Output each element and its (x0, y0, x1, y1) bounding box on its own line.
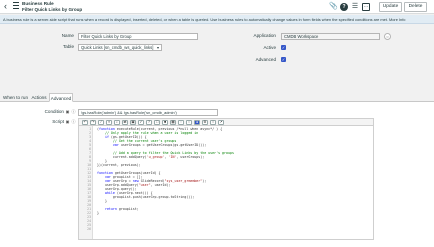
condition-label: Condition (44, 109, 64, 114)
table-select[interactable]: Quick Links [sn_cmdb_ws_quick_links] ▾ (78, 44, 162, 51)
fullscreen-icon[interactable]: □ (154, 120, 160, 125)
application-field: CMDB Workspace (281, 33, 380, 40)
code-line: groupList.push(userGrp.group.toString())… (97, 195, 195, 199)
tab-actions[interactable]: Actions (30, 93, 48, 102)
form-header: ‹ Business Rule Filter Quick Links by Gr… (0, 0, 434, 14)
help-icon[interactable]: ? (340, 3, 348, 11)
form-tabs: When to run Actions Advanced (0, 93, 434, 102)
advanced-checkbox[interactable]: ✓ (281, 57, 286, 62)
banner-text: A business rule is a server-side script … (3, 16, 406, 22)
script-include-icon[interactable]: ▣ (65, 119, 70, 124)
code-line: })(current, previous); (97, 163, 141, 167)
update-button[interactable]: Update (379, 2, 402, 12)
undo-icon[interactable]: ↶ (82, 120, 88, 125)
more-options-icon[interactable]: ··· (362, 3, 370, 11)
name-field[interactable]: Filter Quick Links by Group (78, 33, 198, 40)
advanced-label: Advanced (255, 57, 276, 62)
code-line: current.addQuery('u_group', 'IN', userGr… (97, 155, 205, 159)
table-label: Table (63, 44, 74, 49)
back-icon[interactable]: ‹ (4, 1, 11, 12)
record-type: Business Rule (22, 1, 54, 6)
tab-advanced[interactable]: Advanced (49, 93, 73, 102)
tab-when-to-run[interactable]: When to run (2, 93, 29, 102)
application-label: Application (253, 33, 276, 38)
save-icon[interactable]: ■ (162, 120, 168, 125)
activity-icon[interactable]: ☰ (351, 3, 359, 11)
record-name: Filter Quick Links by Group (22, 6, 83, 12)
search-icon[interactable]: ⌕ (114, 120, 120, 125)
line-number: 26 (87, 227, 91, 231)
line-number-gutter: 1 2 3 4 5 6 7 8 9 10 11 12 13 14 15 16 17 18 19 20 21 22 23 24 2… (79, 126, 93, 239)
code-line: return groupList; (104, 207, 139, 211)
code-line: } (97, 211, 99, 215)
replace-icon[interactable]: ⇄ (122, 120, 128, 125)
settings-icon[interactable]: ⚙ (202, 120, 208, 125)
open-editor-icon[interactable]: ↗ (218, 120, 224, 125)
field-icon[interactable]: ▫ (178, 120, 184, 125)
script-include-icon[interactable]: ▣ (130, 120, 136, 125)
chevron-down-icon: ▾ (156, 45, 159, 50)
expand-icon[interactable]: ↕ (186, 120, 192, 125)
active-checkbox[interactable]: ✓ (281, 45, 286, 50)
format-icon[interactable]: ≡ (106, 120, 112, 125)
table-select-value: Quick Links [sn_cmdb_ws_quick_links] (81, 45, 154, 50)
info-icon[interactable]: ○ (384, 33, 391, 40)
delete-button[interactable]: Delete (404, 2, 427, 12)
condition-field[interactable]: !gs.hasRole('admin') && !gs.hasRole('sn_… (78, 109, 218, 116)
attachment-icon[interactable]: 📎 (329, 3, 338, 11)
info-icon[interactable]: ⓘ (71, 109, 76, 114)
help-icon[interactable]: ? (146, 120, 152, 125)
script-editor[interactable]: 1 2 3 4 5 6 7 8 9 10 11 12 13 14 15 16 17 18 19 20 21 22 23 24 2… (78, 126, 374, 240)
info-icon[interactable]: i (210, 120, 216, 125)
name-label: Name (61, 33, 74, 38)
debug-icon[interactable]: ● (194, 120, 200, 125)
info-icon[interactable]: ⓘ (71, 119, 76, 124)
code-line: var userGroups = getUserGroups(gs.getUse… (112, 143, 207, 147)
redo-icon[interactable]: ↷ (90, 120, 96, 125)
comment-icon[interactable]: / (98, 120, 104, 125)
active-label: Active (263, 45, 276, 50)
context-menu-icon[interactable] (13, 2, 19, 11)
script-label: Script (52, 119, 64, 124)
table-icon[interactable]: ▦ (170, 120, 176, 125)
syntax-check-icon[interactable]: ✓ (138, 120, 144, 125)
info-banner: A business rule is a server-side script … (0, 15, 434, 24)
script-include-icon[interactable]: ▣ (65, 109, 70, 114)
script-toolbar: ↶ ↷ / ≡ ⌕ ⇄ ▣ ✓ ? □ ■ ▦ ▫ ↕ ● ⚙ i ↗ (78, 118, 374, 126)
